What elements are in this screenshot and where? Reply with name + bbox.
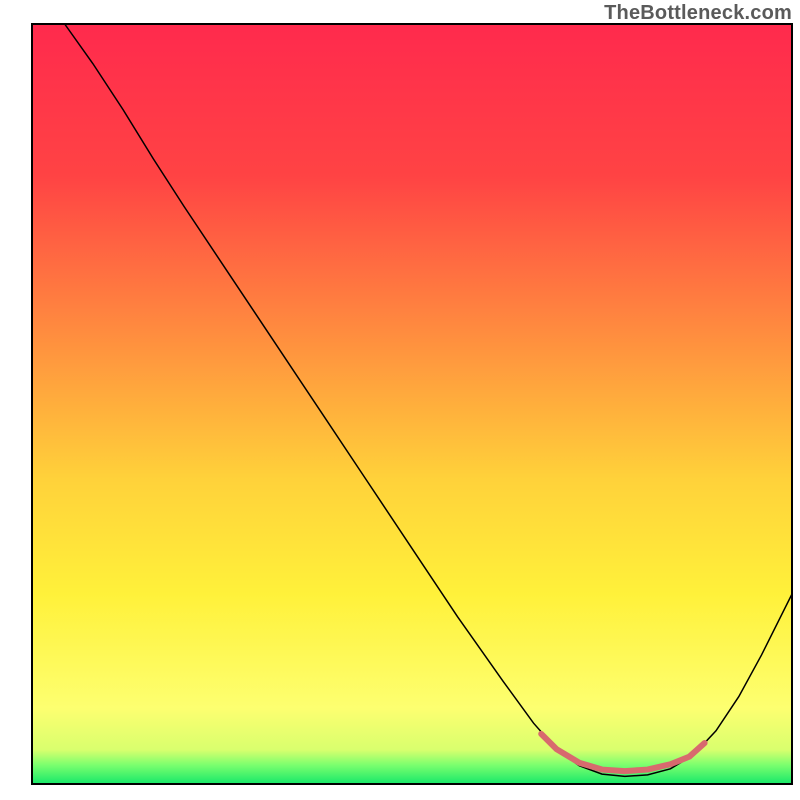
bottleneck-chart — [0, 0, 800, 800]
plot-gradient — [32, 24, 792, 784]
chart-container: TheBottleneck.com — [0, 0, 800, 800]
watermark-text: TheBottleneck.com — [604, 2, 792, 25]
